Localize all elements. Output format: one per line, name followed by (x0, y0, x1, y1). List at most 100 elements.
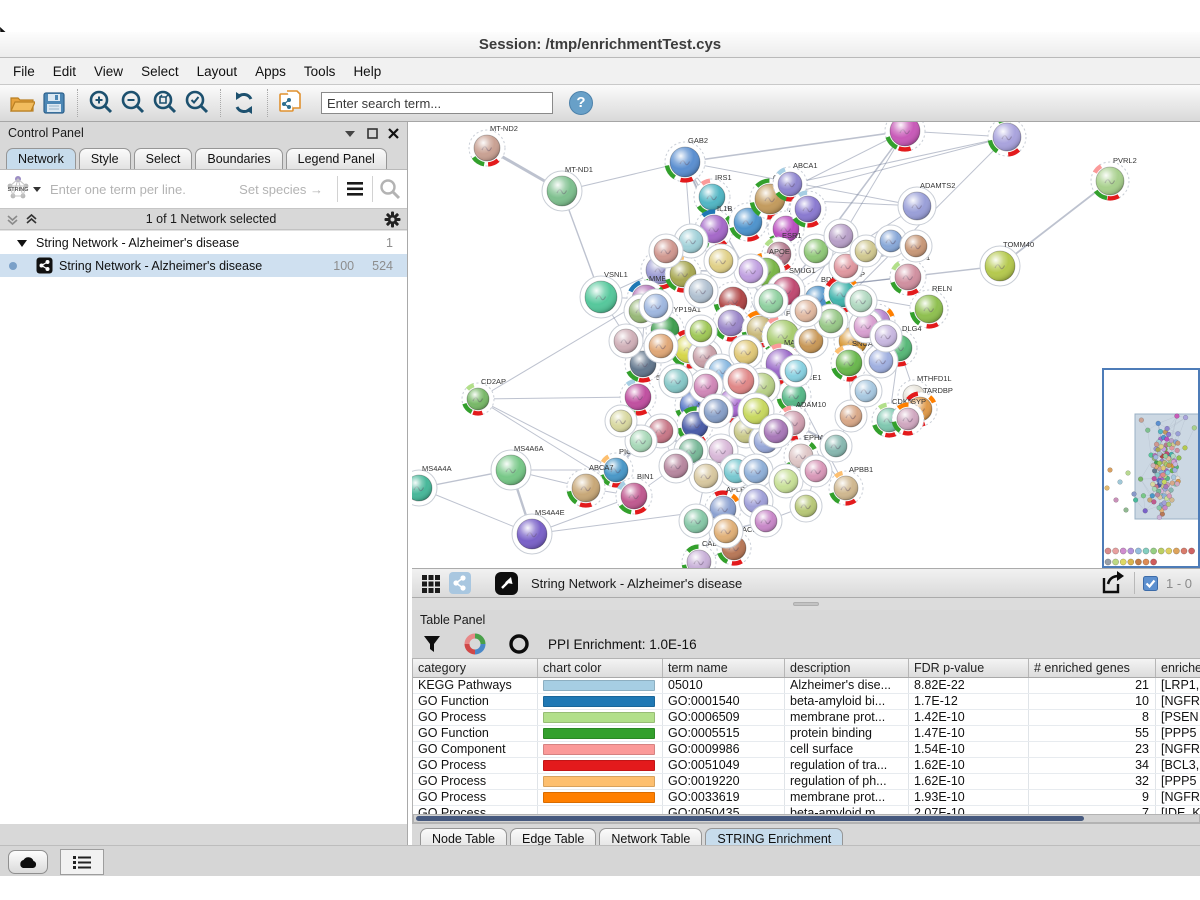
network-node-pvrl2[interactable]: PVRL2 (1091, 156, 1137, 200)
table-row[interactable]: KEGG Pathways05010Alzheimer's dise...8.8… (413, 678, 1200, 694)
zoom-selected-button[interactable] (181, 87, 213, 119)
network-node[interactable] (659, 449, 693, 483)
network-canvas[interactable]: MT-ND2MT-ND1VSNL1GAB2IRS1IL1BTNFCHATABCA… (412, 122, 1200, 568)
menu-view[interactable]: View (85, 58, 132, 85)
network-node[interactable] (790, 295, 822, 327)
network-node-apbb1[interactable]: APBB1 (829, 465, 873, 505)
open-session-button[interactable] (6, 87, 38, 119)
table-row[interactable]: GO ProcessGO:0019220regulation of ph...1… (413, 774, 1200, 790)
copy-network-button[interactable] (275, 87, 307, 119)
network-node[interactable] (704, 244, 738, 278)
grid-view-icon[interactable] (420, 572, 442, 594)
network-node[interactable] (870, 320, 902, 352)
zoom-in-button[interactable] (85, 87, 117, 119)
table-row[interactable]: GO ProcessGO:0006509membrane prot...1.42… (413, 710, 1200, 726)
options-menu-icon[interactable] (342, 178, 368, 200)
network-node-ms4a4a[interactable]: MS4A4A (412, 464, 452, 506)
chart-colors-icon[interactable] (464, 633, 486, 655)
network-navigator[interactable] (1102, 368, 1200, 568)
menu-tools[interactable]: Tools (295, 58, 345, 85)
column-header-chart-color[interactable]: chart color (538, 659, 663, 677)
network-node[interactable] (900, 230, 932, 262)
network-node-gab2[interactable]: GAB2 (665, 136, 708, 182)
menu-file[interactable]: File (4, 58, 44, 85)
cloud-button[interactable] (8, 850, 48, 874)
network-node[interactable] (739, 454, 773, 488)
chevron-down-icon[interactable] (32, 185, 42, 193)
network-node[interactable] (689, 459, 723, 493)
column-header-enriched-genes[interactable]: enriched genes (1156, 659, 1200, 677)
network-node[interactable] (754, 284, 788, 318)
network-node[interactable] (685, 315, 717, 347)
network-node-mt-nd2[interactable]: MT-ND2 (469, 124, 518, 166)
export-icon[interactable] (1098, 570, 1126, 596)
maximize-icon[interactable] (367, 128, 378, 139)
network-node[interactable] (644, 329, 678, 363)
network-node[interactable] (790, 191, 826, 227)
network-node[interactable] (820, 430, 852, 462)
column-header-category[interactable]: category (413, 659, 538, 677)
string-logo-icon[interactable]: STRING (4, 174, 32, 204)
search-icon[interactable] (377, 177, 403, 201)
network-node-tomm40[interactable]: TOMM40 (980, 240, 1034, 286)
network-node[interactable] (759, 414, 793, 448)
network-node[interactable] (790, 490, 822, 522)
network-node-cd2ap[interactable]: CD2AP (462, 377, 506, 415)
tab-boundaries[interactable]: Boundaries (195, 148, 282, 169)
float-panel-icon[interactable] (343, 128, 357, 138)
list-view-button[interactable] (60, 849, 104, 875)
network-node[interactable] (659, 364, 693, 398)
ring-chart-icon[interactable] (508, 633, 530, 655)
menu-select[interactable]: Select (132, 58, 188, 85)
expand-triangle-icon[interactable] (16, 238, 28, 248)
table-row[interactable]: GO FunctionGO:0005515protein binding1.47… (413, 726, 1200, 742)
network-node[interactable] (709, 514, 743, 548)
network-node[interactable] (649, 234, 683, 268)
network-node-mt-nd1[interactable]: MT-ND1 (542, 165, 593, 211)
table-row[interactable]: GO ComponentGO:0009986cell surface1.54E-… (413, 742, 1200, 758)
column-header-description[interactable]: description (785, 659, 909, 677)
menu-layout[interactable]: Layout (188, 58, 247, 85)
expand-all-icon[interactable] (25, 213, 38, 226)
table-row[interactable]: GO FunctionGO:0001540beta-amyloid bi...1… (413, 694, 1200, 710)
gear-icon[interactable] (384, 211, 401, 228)
table-row[interactable]: GO ProcessGO:0033619membrane prot...1.93… (413, 790, 1200, 806)
search-input[interactable] (321, 92, 553, 114)
string-query-input[interactable] (42, 182, 239, 197)
column-header-FDR-p-value[interactable]: FDR p-value (909, 659, 1029, 677)
help-button[interactable]: ? (569, 91, 593, 115)
rows-checkbox[interactable] (1143, 576, 1158, 591)
tree-row[interactable]: String Network - Alzheimer's disease1 (0, 231, 407, 254)
species-hint[interactable]: Set species → (239, 182, 323, 197)
network-node[interactable] (734, 254, 768, 288)
table-row[interactable]: GO ProcessGO:0050435beta-amyloid m...2.0… (413, 806, 1200, 814)
network-node[interactable] (780, 355, 812, 387)
network-node[interactable] (988, 122, 1026, 156)
network-node[interactable] (684, 274, 718, 308)
tab-legend-panel[interactable]: Legend Panel (286, 148, 387, 169)
close-icon[interactable] (388, 128, 399, 139)
column-header--enriched-genes[interactable]: # enriched genes (1029, 659, 1156, 677)
network-node-adamts2[interactable]: ADAMTS2 (898, 181, 955, 225)
filter-icon[interactable] (422, 634, 442, 654)
splitter-grip[interactable] (793, 602, 819, 606)
column-header-term-name[interactable]: term name (663, 659, 785, 677)
menu-edit[interactable]: Edit (44, 58, 85, 85)
network-node[interactable] (699, 394, 733, 428)
table-row[interactable]: GO ProcessGO:0051049regulation of tra...… (413, 758, 1200, 774)
horizontal-splitter[interactable] (412, 598, 1200, 610)
menu-apps[interactable]: Apps (246, 58, 295, 85)
network-node[interactable] (885, 122, 925, 151)
tab-style[interactable]: Style (79, 148, 131, 169)
network-node[interactable] (679, 504, 713, 538)
tab-select[interactable]: Select (134, 148, 193, 169)
tree-row[interactable]: String Network - Alzheimer's disease1005… (0, 254, 407, 277)
birdseye-toggle-icon[interactable] (494, 571, 519, 596)
menu-help[interactable]: Help (344, 58, 390, 85)
network-node-vsnl1[interactable]: VSNL1 (580, 270, 628, 318)
network-node[interactable] (845, 285, 877, 317)
save-session-button[interactable] (38, 87, 70, 119)
zoom-out-button[interactable] (117, 87, 149, 119)
table-hscrollbar[interactable] (413, 814, 1200, 823)
network-node[interactable] (605, 405, 637, 437)
